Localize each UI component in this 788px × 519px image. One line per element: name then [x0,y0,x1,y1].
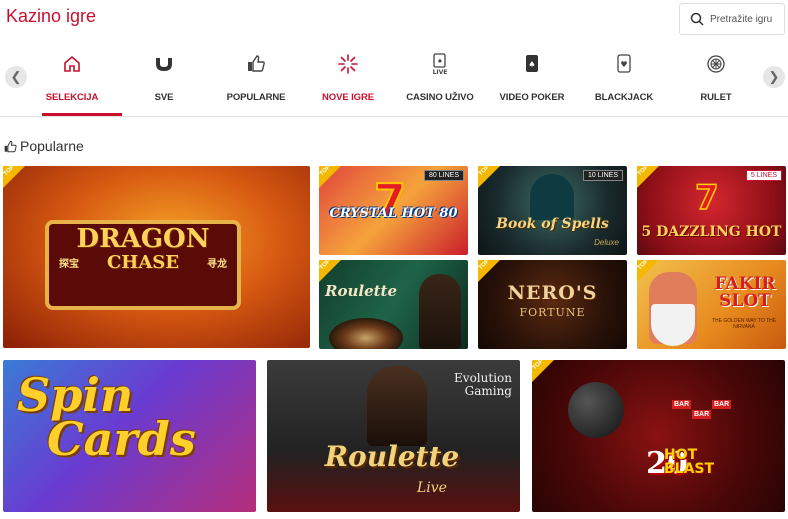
thumbs-up-icon [4,140,17,152]
cn-right-text: 寻龙 [207,259,227,270]
bar-symbol: BAR [672,400,692,409]
svg-text:LIVE: LIVE [433,69,448,75]
tab-video-poker[interactable]: ♠ VIDEO POKER [482,44,582,116]
game-logo: Book of Spells [496,216,609,232]
game-logo: FAKIR SLOT [705,276,785,310]
live-cards-icon: ♠ LIVE [428,52,452,76]
search-box[interactable] [679,3,785,35]
game-logo: DRAGON CHASE 探宝 寻龙 [53,224,233,272]
blackjack-card-icon: ♥ [612,52,636,76]
wizard-figure [530,174,574,220]
svg-text:♠: ♠ [437,58,442,65]
game-subtitle: Deluxe [594,238,619,247]
provider-logo: Evolution Gaming [454,371,512,399]
page-title: Kazino igre [6,6,97,26]
tab-label: NOVE IGRE [322,92,374,103]
tab-label: VIDEO POKER [499,92,565,103]
section-title-text: Popularne [20,138,84,154]
poker-card-icon: ♠ [520,52,544,76]
logo-line: Cards [47,411,196,466]
game-tile-roulette-live[interactable]: Evolution Gaming Roulette Live [267,360,520,512]
new-burst-icon [336,52,360,76]
game-tile-dragon-chase[interactable]: DRAGON CHASE 探宝 寻龙 TOP [3,166,310,348]
game-tile-neros-fortune[interactable]: NERO'S FORTUNE TOP [478,260,627,349]
tab-label: SELEKCIJA [45,92,99,103]
tab-sve[interactable]: SVE [114,44,214,116]
provider-name: Gaming [464,384,512,399]
tab-label: SVE [154,92,174,103]
game-tile-spin-cards[interactable]: Spin Cards [3,360,256,512]
tab-rulet[interactable]: RULET [666,44,766,116]
fakir-beard [651,304,695,346]
game-tile-crystal-hot-80[interactable]: 7 CRYSTAL HOT 80 80 LINES TOP [319,166,468,255]
thumbs-up-icon [244,52,268,76]
all-games-icon [152,52,176,76]
logo-line: DRAGON [76,224,210,254]
tabs-divider [0,116,788,117]
logo-line: BLAST [664,461,715,477]
home-icon [60,52,84,76]
section-title: Popularne [4,138,84,154]
roulette-wheel-icon [704,52,728,76]
game-logo: Roulette [325,282,398,300]
bomb-icon [568,382,624,438]
tab-nove-igre[interactable]: NOVE IGRE [298,44,398,116]
game-tile-fakir-slot[interactable]: FAKIR SLOT THE GOLDEN WAY TO THE NIRVANA… [637,260,786,349]
search-input[interactable] [710,13,780,25]
croupier-figure [419,274,461,349]
game-tile-book-of-spells[interactable]: Book of Spells Deluxe 10 LINES TOP [478,166,627,255]
roulette-wheel-image [329,318,403,349]
tab-label: CASINO UŽIVO [406,92,474,103]
search-icon [690,12,704,26]
tab-label: BLACKJACK [594,92,654,103]
dealer-figure [367,366,427,446]
tab-label: RULET [700,92,732,103]
game-tile-20-hot-blast[interactable]: BAR BAR BAR 20 HOT BLAST TOP [532,360,785,512]
tab-casino-uzivo[interactable]: ♠ LIVE CASINO UŽIVO [390,44,490,116]
tab-blackjack[interactable]: ♥ BLACKJACK [574,44,674,116]
logo-line: HOT [664,447,698,463]
game-tile-5-dazzling-hot[interactable]: 7 5 DAZZLING HOT 5 LINES TOP [637,166,786,255]
chevron-left-icon: ❮ [10,69,22,84]
game-logo: CRYSTAL HOT 80 [329,206,458,221]
bar-symbol: BAR [692,410,712,419]
tab-selekcija[interactable]: SELEKCIJA [22,44,122,116]
chevron-right-icon: ❯ [768,69,780,84]
game-subtitle: FORTUNE [519,306,586,319]
seven-symbol: 7 [694,177,719,219]
bar-symbol: BAR [712,400,732,409]
logo-line: SLOT [719,291,771,311]
game-tile-roulette[interactable]: Roulette TOP [319,260,468,349]
lines-tag: 5 LINES [745,170,782,181]
game-logo-text: HOT BLAST [664,448,714,476]
category-tabs: SELEKCIJA SVE POPULARNE NOVE IGRE ♠ LIVE … [22,44,762,116]
lines-tag: 80 LINES [424,170,464,181]
tab-popularne[interactable]: POPULARNE [206,44,306,116]
game-logo: 5 DAZZLING HOT [641,224,782,240]
game-subtitle: Live [417,480,447,496]
game-logo: NERO'S [507,282,598,304]
game-logo: Spin Cards [17,372,237,466]
cn-left-text: 探宝 [59,259,79,270]
lines-tag: 10 LINES [583,170,623,181]
game-logo: Roulette [324,440,460,473]
tab-label: POPULARNE [226,92,286,103]
svg-text:♥: ♥ [620,60,627,69]
scroll-right-button[interactable]: ❯ [763,66,785,88]
svg-text:♠: ♠ [528,60,535,69]
game-subtitle: THE GOLDEN WAY TO THE NIRVANA [711,318,777,330]
